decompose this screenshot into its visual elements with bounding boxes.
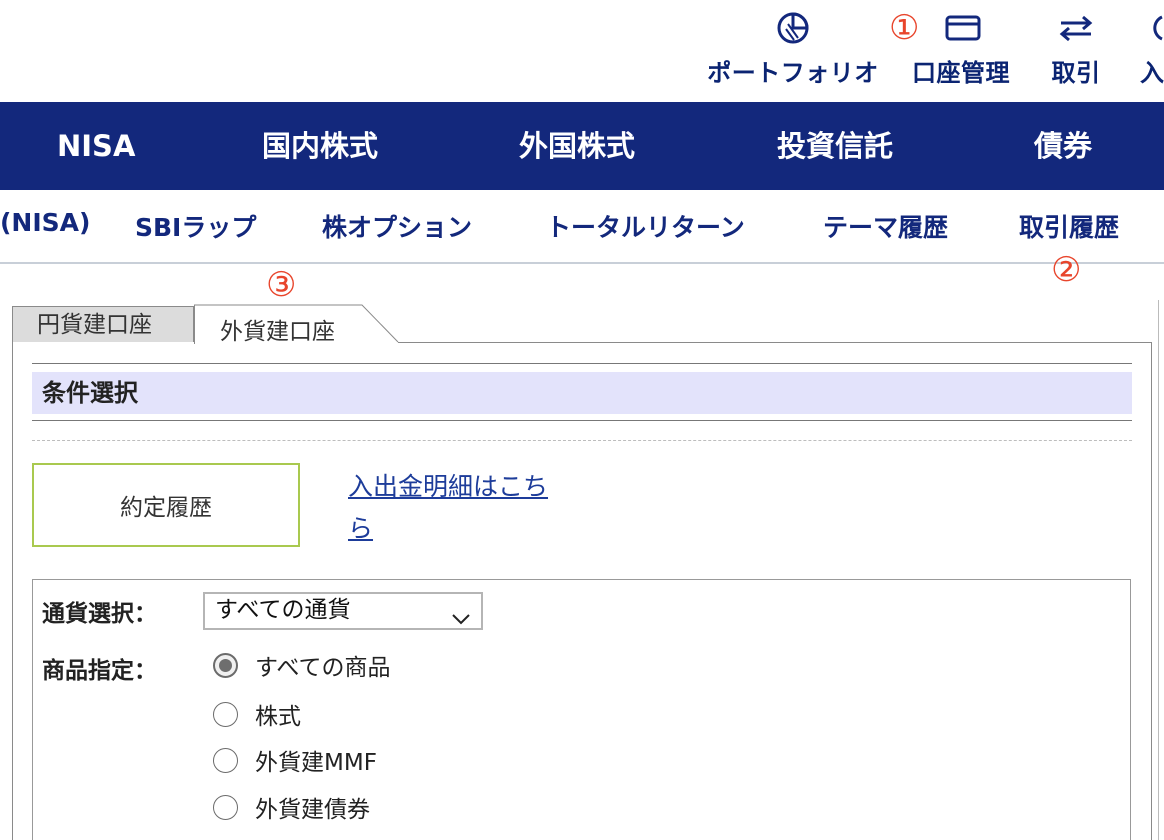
tab-foreign-account-label: 外貨建口座 — [220, 319, 335, 345]
portfolio-label: ポートフォリオ — [707, 59, 879, 87]
pie-chart-icon — [776, 8, 810, 47]
product-option-label: 外貨建MMF — [255, 750, 377, 776]
product-radio-bonds[interactable]: 外貨建債券 — [213, 792, 370, 823]
main-nav-bonds[interactable]: 債券 — [1034, 102, 1092, 190]
product-option-label: 外貨建債券 — [255, 797, 370, 823]
deposit-label: 入 — [1140, 59, 1164, 87]
card-icon — [945, 8, 981, 47]
chevron-down-icon — [451, 603, 471, 636]
annotation-3: ③ — [266, 265, 297, 305]
account-label: 口座管理 — [912, 59, 1010, 87]
sub-nav-theme-history[interactable]: テーマ履歴 — [823, 208, 948, 244]
radio-unchecked-icon — [213, 701, 238, 727]
main-nav: NISA 国内株式 外国株式 投資信託 債券 — [0, 102, 1164, 190]
swap-arrows-icon — [1058, 8, 1094, 47]
product-option-label: すべての商品 — [255, 655, 391, 681]
annotation-2: ② — [1051, 250, 1082, 290]
sub-nav-total-return[interactable]: トータルリターン — [546, 208, 745, 244]
account-nav[interactable]: 口座管理 — [907, 8, 1015, 88]
annotation-1: ① — [889, 8, 920, 48]
dotted-divider — [32, 440, 1132, 441]
sub-nav-trade-history[interactable]: 取引履歴 — [1019, 208, 1119, 244]
main-nav-nisa[interactable]: NISA — [57, 102, 135, 190]
execution-history-button[interactable]: 約定履歴 — [32, 463, 300, 547]
page: ポートフォリオ 口座管理 取引 入 ① NISA 国内株式 外国株式 投資信託 … — [0, 0, 1164, 840]
radio-checked-icon — [213, 652, 238, 678]
radio-unchecked-icon — [213, 794, 238, 820]
main-nav-mutual-funds[interactable]: 投資信託 — [777, 102, 893, 190]
portfolio-nav[interactable]: ポートフォリオ — [703, 8, 883, 88]
sub-nav: (NISA) SBIラップ 株オプション トータルリターン テーマ履歴 取引履歴 — [0, 190, 1164, 264]
product-radio-mmf[interactable]: 外貨建MMF — [213, 745, 377, 776]
radio-unchecked-icon — [213, 747, 238, 773]
currency-select[interactable]: すべての通貨 — [203, 592, 483, 630]
right-edge-divider — [1158, 300, 1164, 840]
partial-icon — [1140, 8, 1164, 47]
trade-label: 取引 — [1051, 59, 1101, 87]
product-label: 商品指定： — [42, 658, 157, 684]
product-radio-stocks[interactable]: 株式 — [213, 699, 301, 730]
filter-box — [32, 579, 1131, 840]
currency-select-value: すべての通貨 — [215, 597, 351, 623]
tab-yen-account[interactable]: 円貨建口座 — [12, 306, 194, 342]
sub-nav-nisa[interactable]: (NISA) — [0, 208, 90, 237]
product-radio-all[interactable]: すべての商品 — [213, 650, 391, 681]
cash-statement-link[interactable]: 入出金明細はこちら — [348, 466, 568, 550]
product-option-label: 株式 — [255, 704, 301, 730]
main-nav-domestic-stocks[interactable]: 国内株式 — [262, 102, 378, 190]
main-nav-foreign-stocks[interactable]: 外国株式 — [519, 102, 635, 190]
sub-nav-stock-options[interactable]: 株オプション — [322, 208, 472, 244]
section-header: 条件選択 — [32, 363, 1132, 421]
execution-history-label: 約定履歴 — [120, 495, 212, 521]
deposit-nav[interactable]: 入 — [1140, 8, 1164, 88]
currency-label: 通貨選択： — [42, 601, 157, 627]
trade-nav[interactable]: 取引 — [1046, 8, 1106, 88]
sub-nav-sbi-wrap[interactable]: SBIラップ — [135, 208, 256, 244]
section-title: 条件選択 — [32, 372, 1132, 414]
tab-foreign-account[interactable]: 外貨建口座 — [194, 304, 404, 345]
